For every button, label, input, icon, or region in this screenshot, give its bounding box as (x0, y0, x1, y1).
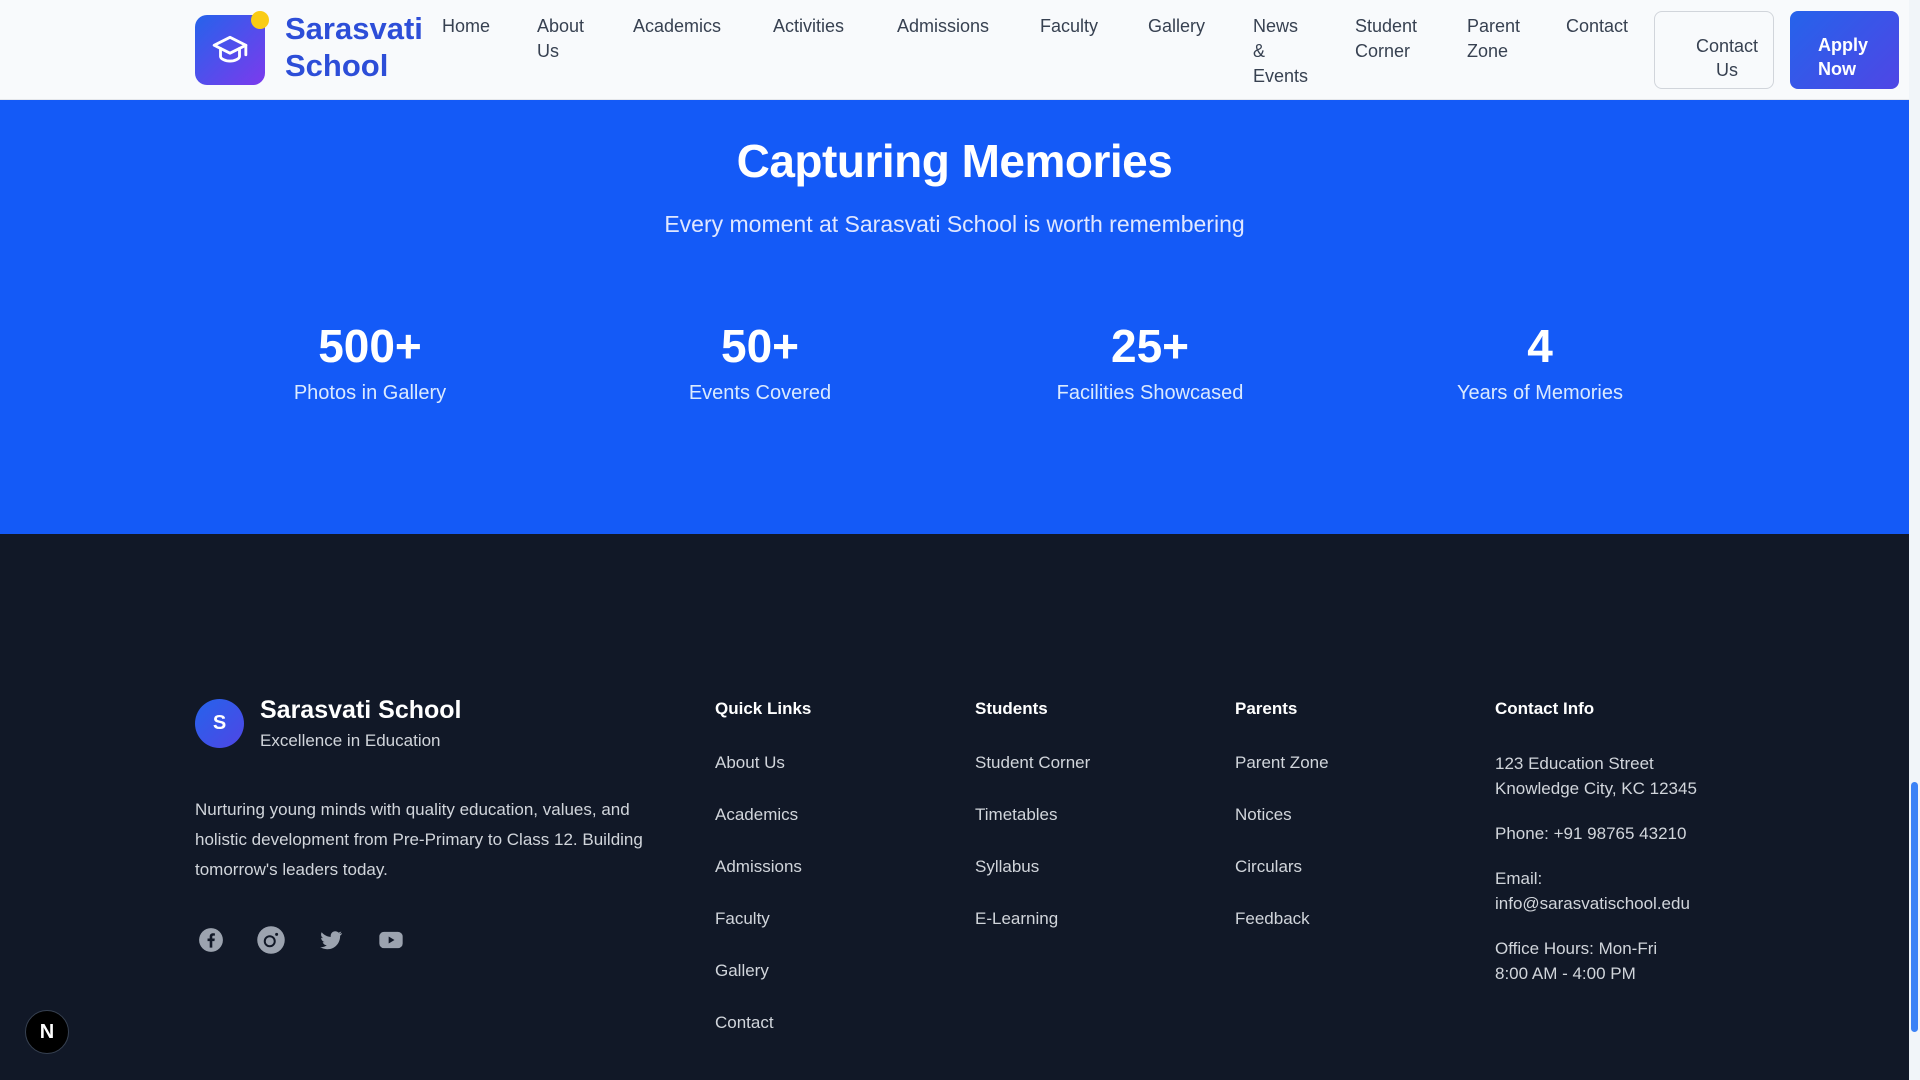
nav-news-events[interactable]: News & Events (1253, 14, 1308, 89)
stat-events: 50+ Events Covered (610, 320, 910, 405)
apply-now-label-2: Now (1818, 58, 1856, 79)
nav-news-label-3: Events (1253, 66, 1309, 86)
apply-now-button[interactable]: Apply Now (1790, 11, 1899, 89)
brand-line-1: Sarasvati (285, 11, 423, 46)
stat-years: 4 Years of Memories (1390, 320, 1690, 405)
footer-link-parent-zone[interactable]: Parent Zone (1235, 751, 1329, 775)
graduation-cap-icon (212, 35, 248, 63)
address-line-2: Knowledge City, KC 12345 (1495, 779, 1697, 798)
nav-contact-label: Contact (1566, 16, 1629, 36)
dev-tools-badge[interactable]: N (25, 1010, 69, 1054)
stat-photos: 500+ Photos in Gallery (220, 320, 520, 405)
nav-admissions[interactable]: Admissions (897, 14, 989, 39)
contact-info-title: Contact Info (1495, 699, 1595, 718)
nav-student-label-1: Student (1355, 16, 1418, 36)
footer-link-contact[interactable]: Contact (715, 1011, 811, 1035)
contact-us-label-1: Contact (1695, 35, 1759, 56)
parents-title: Parents (1235, 699, 1298, 718)
hours-line-2: 8:00 AM - 4:00 PM (1495, 964, 1636, 983)
footer-link-about-us[interactable]: About Us (715, 751, 811, 775)
instagram-icon[interactable] (255, 924, 287, 956)
facebook-icon[interactable] (195, 924, 227, 956)
nav-academics-label: Academics (633, 16, 722, 36)
contact-address: 123 Education Street Knowledge City, KC … (1495, 751, 1755, 801)
stat-value: 500+ (318, 320, 422, 372)
nav-gallery[interactable]: Gallery (1148, 14, 1205, 39)
address-line-1: 123 Education Street (1495, 754, 1654, 773)
stat-label: Facilities Showcased (1056, 382, 1244, 404)
email-address[interactable]: info@sarasvatischool.edu (1495, 891, 1755, 916)
footer-link-student-corner[interactable]: Student Corner (975, 751, 1090, 775)
stat-value: 25+ (1110, 320, 1190, 372)
students-column: Students Student Corner Timetables Sylla… (975, 699, 1090, 959)
nav-about-us[interactable]: About Us (537, 14, 584, 64)
page-scrollbar[interactable] (1909, 0, 1920, 1080)
stat-label: Photos in Gallery (293, 382, 447, 404)
contact-phone: Phone: +91 98765 43210 (1495, 824, 1687, 843)
students-title: Students (975, 699, 1048, 718)
nav-parent-zone[interactable]: Parent Zone (1467, 14, 1520, 64)
footer-school-name: Sarasvati School (260, 696, 462, 724)
footer-link-e-learning[interactable]: E-Learning (975, 907, 1090, 931)
scrollbar-thumb[interactable] (1911, 782, 1918, 1032)
footer-link-notices[interactable]: Notices (1235, 803, 1329, 827)
nav-student-corner[interactable]: Student Corner (1355, 14, 1417, 64)
nav-activities[interactable]: Activities (773, 14, 844, 39)
nav-home[interactable]: Home (442, 14, 490, 39)
stat-label: Events Covered (688, 382, 832, 404)
hours-line-1: Office Hours: Mon-Fri (1495, 939, 1658, 958)
footer-logo-avatar: S (195, 699, 244, 748)
nav-about-label-2: Us (537, 41, 559, 61)
contact-info-column: Contact Info 123 Education Street Knowle… (1495, 699, 1755, 1006)
footer-tagline: Excellence in Education (260, 731, 441, 750)
social-links (195, 924, 407, 956)
twitter-icon[interactable] (315, 924, 347, 956)
nav-faculty-label: Faculty (1040, 16, 1099, 36)
memories-section: Capturing Memories Every moment at Saras… (0, 100, 1909, 534)
stat-label: Years of Memories (1457, 382, 1623, 404)
quick-links-column: Quick Links About Us Academics Admission… (715, 699, 811, 1063)
nav-home-label: Home (442, 16, 491, 36)
brand-name[interactable]: Sarasvati School (285, 10, 435, 84)
contact-email: Email: info@sarasvatischool.edu (1495, 866, 1755, 916)
quick-links-title: Quick Links (715, 699, 812, 718)
footer-description: Nurturing young minds with quality educa… (195, 800, 643, 879)
parents-column: Parents Parent Zone Notices Circulars Fe… (1235, 699, 1329, 959)
nav-academics[interactable]: Academics (633, 14, 721, 39)
site-header: Sarasvati School Home About Us Academics… (0, 0, 1909, 100)
footer-link-academics[interactable]: Academics (715, 803, 811, 827)
nav-about-label-1: About (537, 16, 585, 36)
footer-link-feedback[interactable]: Feedback (1235, 907, 1329, 931)
stat-value: 50+ (720, 320, 800, 372)
section-title: Capturing Memories (736, 135, 1173, 187)
footer-link-faculty[interactable]: Faculty (715, 907, 811, 931)
nav-faculty[interactable]: Faculty (1040, 14, 1098, 39)
footer-link-circulars[interactable]: Circulars (1235, 855, 1329, 879)
contact-us-label-2: Us (1716, 59, 1738, 80)
youtube-icon[interactable] (375, 924, 407, 956)
footer-link-admissions[interactable]: Admissions (715, 855, 811, 879)
contact-us-button[interactable]: Contact Us (1654, 11, 1774, 89)
nav-admissions-label: Admissions (897, 16, 990, 36)
nav-parent-label-2: Zone (1467, 41, 1509, 61)
footer-link-gallery[interactable]: Gallery (715, 959, 811, 983)
email-label: Email: (1495, 869, 1543, 888)
nav-activities-label: Activities (773, 16, 845, 36)
contact-hours: Office Hours: Mon-Fri 8:00 AM - 4:00 PM (1495, 936, 1755, 986)
footer-link-timetables[interactable]: Timetables (975, 803, 1090, 827)
brand-line-2: School (285, 48, 389, 83)
nav-student-label-2: Corner (1355, 41, 1411, 61)
site-footer: S Sarasvati School Excellence in Educati… (0, 534, 1909, 1080)
nav-parent-label-1: Parent (1467, 16, 1521, 36)
footer-link-syllabus[interactable]: Syllabus (975, 855, 1090, 879)
nav-contact[interactable]: Contact (1566, 14, 1628, 39)
apply-now-label-1: Apply (1818, 34, 1869, 55)
nav-news-label-2: & (1253, 41, 1266, 61)
nav-gallery-label: Gallery (1148, 16, 1206, 36)
stat-facilities: 25+ Facilities Showcased (1000, 320, 1300, 405)
stat-value: 4 (1527, 320, 1553, 372)
logo-accent-dot (251, 11, 269, 29)
nav-news-label-1: News (1253, 16, 1299, 36)
section-subtitle: Every moment at Sarasvati School is wort… (664, 211, 1245, 237)
